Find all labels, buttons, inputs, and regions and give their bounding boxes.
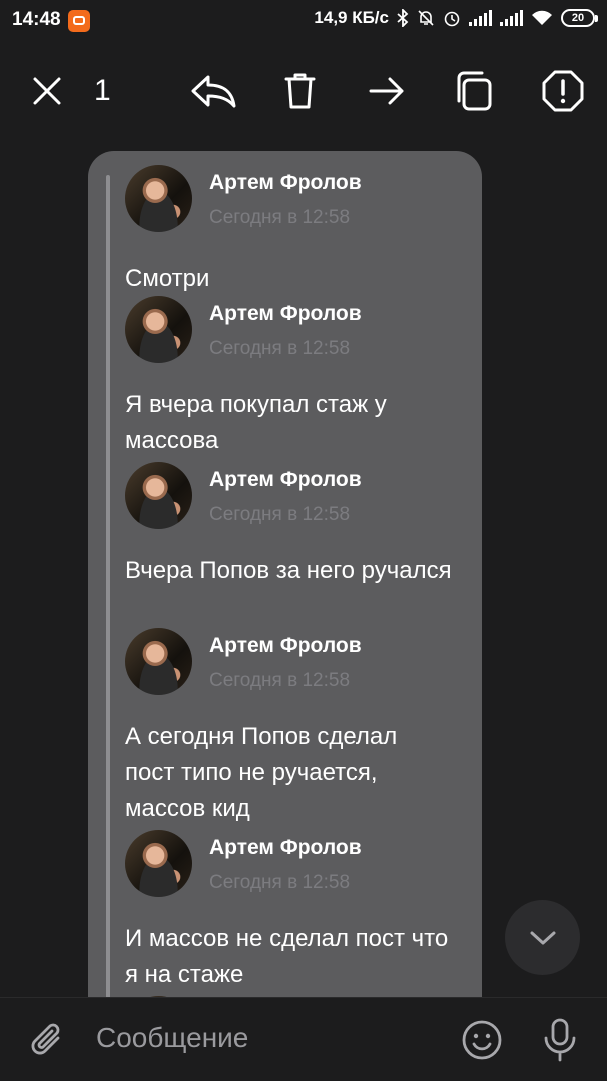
message-time: Сегодня в 12:58 bbox=[209, 872, 351, 893]
signal-icon bbox=[469, 10, 492, 26]
forward-quote-line bbox=[106, 175, 110, 1011]
message-time: Сегодня в 12:58 bbox=[209, 338, 351, 359]
chevron-down-icon bbox=[530, 931, 555, 944]
status-time: 14:48 bbox=[12, 9, 61, 30]
avatar[interactable] bbox=[125, 830, 192, 897]
mute-icon bbox=[418, 10, 434, 26]
status-indicators: 14,9 КБ/с 20 bbox=[314, 8, 598, 28]
close-icon[interactable] bbox=[19, 58, 75, 124]
avatar[interactable] bbox=[125, 165, 192, 232]
net-speed: 14,9 КБ/с bbox=[314, 8, 389, 27]
message-text: Вчера Попов за него ручался bbox=[125, 557, 452, 584]
selected-count: 1 bbox=[94, 74, 111, 107]
alarm-icon bbox=[444, 11, 460, 27]
reply-icon[interactable] bbox=[185, 58, 241, 124]
report-icon[interactable] bbox=[535, 58, 591, 124]
message-text: И массов не сделал пост что я на стаже bbox=[125, 925, 449, 988]
microphone-icon[interactable] bbox=[536, 1016, 584, 1064]
author-name[interactable]: Артем Фролов bbox=[209, 634, 362, 658]
signal-icon bbox=[500, 10, 523, 26]
selection-toolbar: 1 bbox=[0, 58, 607, 124]
message-time: Сегодня в 12:58 bbox=[209, 504, 351, 525]
attach-icon[interactable] bbox=[24, 1016, 72, 1064]
copy-icon[interactable] bbox=[446, 58, 502, 124]
battery-icon: 20 bbox=[561, 9, 598, 27]
author-name[interactable]: Артем Фролов bbox=[209, 836, 362, 860]
delete-icon[interactable] bbox=[272, 58, 328, 124]
app-notification-icon bbox=[68, 10, 90, 32]
author-name[interactable]: Артем Фролов bbox=[209, 171, 362, 195]
battery-level: 20 bbox=[571, 12, 585, 24]
message-text: Смотри bbox=[125, 265, 210, 292]
bluetooth-icon bbox=[397, 9, 409, 27]
avatar[interactable] bbox=[125, 296, 192, 363]
compose-bar: Сообщение bbox=[0, 997, 607, 1081]
wifi-icon bbox=[532, 10, 552, 25]
message-text: А сегодня Попов сделал пост типо не руча… bbox=[125, 723, 398, 822]
author-name[interactable]: Артем Фролов bbox=[209, 468, 362, 492]
author-name[interactable]: Артем Фролов bbox=[209, 302, 362, 326]
message-time: Сегодня в 12:58 bbox=[209, 207, 351, 228]
status-bar: 14:48 14,9 КБ/с 20 bbox=[0, 0, 607, 44]
avatar[interactable] bbox=[125, 462, 192, 529]
scroll-down-button[interactable] bbox=[505, 900, 580, 975]
message-time: Сегодня в 12:58 bbox=[209, 670, 351, 691]
message-bubble[interactable]: Артем Фролов Сегодня в 12:58 Смотри Арте… bbox=[88, 151, 482, 1011]
emoji-icon[interactable] bbox=[458, 1016, 506, 1064]
forward-icon[interactable] bbox=[359, 58, 415, 124]
message-input[interactable]: Сообщение bbox=[96, 1022, 248, 1054]
message-text: Я вчера покупал стаж у массова bbox=[125, 391, 387, 454]
avatar[interactable] bbox=[125, 628, 192, 695]
